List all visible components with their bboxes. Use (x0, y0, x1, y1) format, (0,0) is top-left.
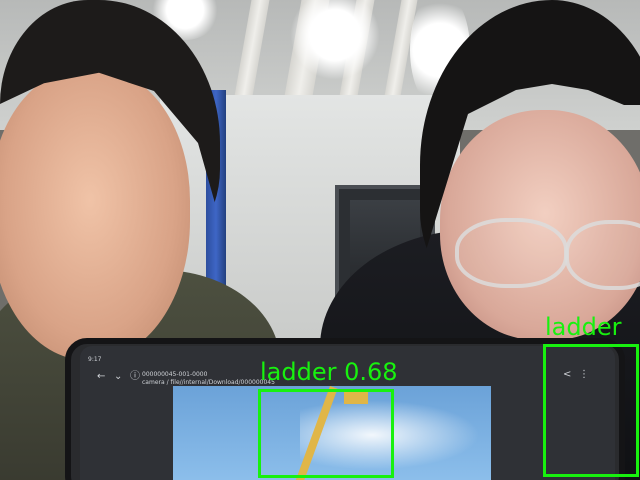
detection-label-ladder-2: ladder (545, 313, 622, 341)
tablet-status-time: 9:17 (88, 356, 102, 363)
eyeglasses-lens-right (565, 220, 640, 290)
eyeglasses-lens-left (455, 218, 568, 288)
back-arrow-icon[interactable]: ← (97, 372, 105, 382)
detection-label-ladder-1: ladder 0.68 (260, 358, 398, 386)
detection-box-ladder-2 (543, 344, 639, 477)
camera-frame: 9:17 ← ⌄ ⓘ 000000045-001-0000 camera / f… (0, 0, 640, 480)
ceiling-light (290, 0, 380, 80)
left-person-face (0, 70, 190, 360)
detection-box-ladder-1 (258, 389, 394, 478)
info-icon[interactable]: ⓘ (130, 372, 140, 382)
tablet-url-line2: camera / file//internal/Download/0000000… (142, 379, 275, 386)
tablet-url-line1: 000000045-001-0000 (142, 371, 208, 378)
chevron-down-icon[interactable]: ⌄ (114, 372, 122, 382)
